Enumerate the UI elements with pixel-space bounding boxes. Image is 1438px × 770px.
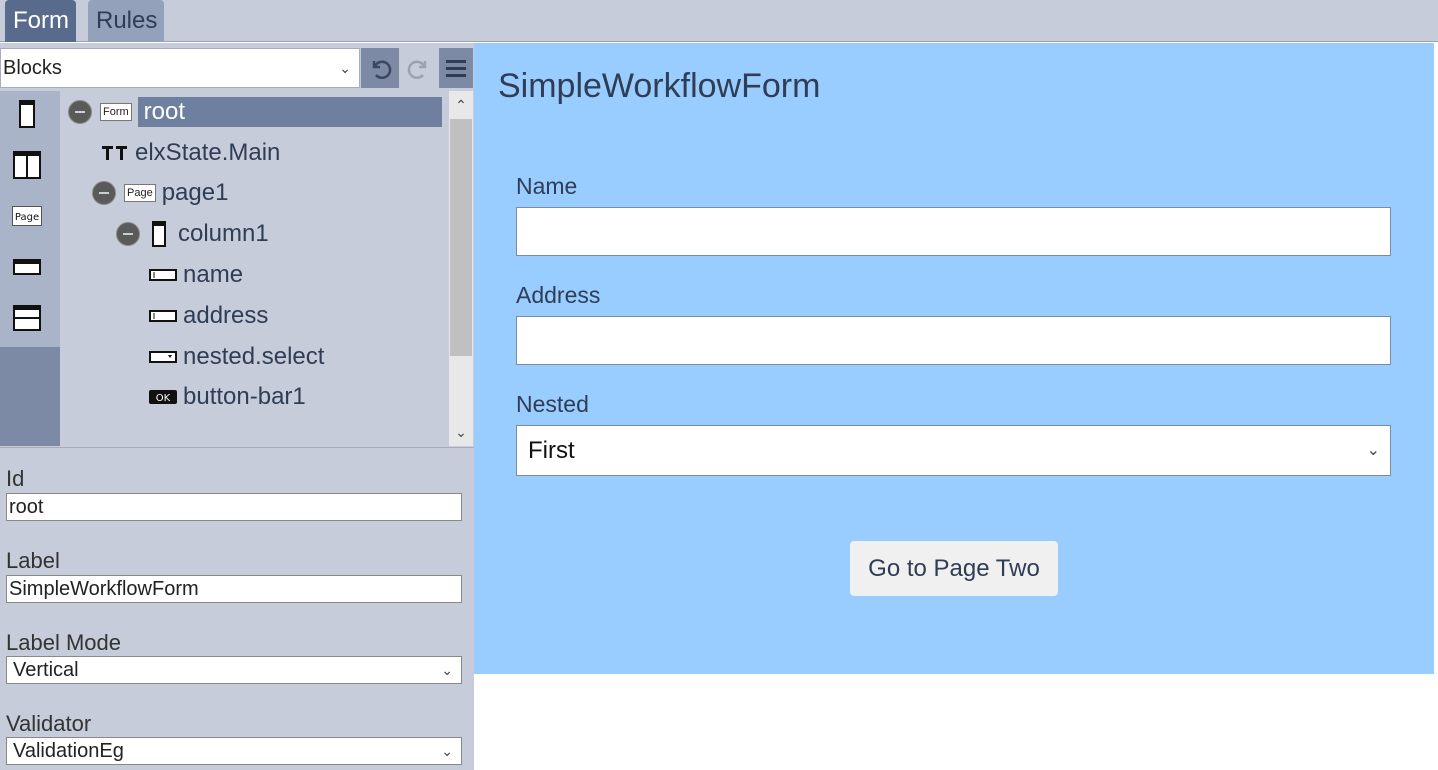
editor-toolbar: Blocks ⌄ [0,43,474,91]
tree-item-root[interactable]: Form root [68,96,442,128]
chevron-down-icon[interactable]: ⌄ [449,420,473,444]
nested-label: Nested [516,391,589,417]
tree-item-label: column1 [178,220,269,247]
address-input[interactable] [516,316,1391,365]
tree-scrollbar[interactable]: ⌃ ⌄ [449,91,473,446]
properties-panel: Id root Label SimpleWorkflowForm Label M… [0,447,474,770]
tree-item-button-bar1[interactable]: OK button-bar1 [149,381,306,413]
menu-button[interactable] [439,48,473,88]
ok-button-icon: OK [149,390,177,404]
toggle-icon[interactable] [68,100,92,124]
label-field[interactable]: SimpleWorkflowForm [6,575,462,603]
chevron-down-icon: ⌄ [441,662,453,678]
validator-label: Validator [6,711,92,736]
tab-bar: Form Rules [0,0,1438,42]
svg-text:OK: OK [156,393,171,404]
select-icon [149,351,177,363]
tree-item-address[interactable]: address [149,300,268,332]
text-input-icon [149,310,177,322]
editor-panel: Blocks ⌄ Page Form root elxState.Main Pa… [0,43,474,770]
tree-item-label: name [183,261,244,288]
form-preview: SimpleWorkflowForm Name Address Nested F… [474,43,1434,674]
column-icon [152,221,166,247]
tab-rules[interactable]: Rules [88,0,164,42]
tree-item-page1[interactable]: Page page1 [92,177,228,209]
tree-item-label: button-bar1 [183,383,306,410]
form-tag: Form [100,103,132,121]
label-mode-label: Label Mode [6,630,121,655]
tree-item-label: root [137,97,442,127]
tree-item-label: page1 [161,179,229,206]
form-title: SimpleWorkflowForm [498,67,821,105]
go-to-page-two-button[interactable]: Go to Page Two [850,541,1058,596]
id-label: Id [6,466,25,491]
tree-item-label: nested.select [183,343,325,370]
svg-text:Page: Page [15,212,39,223]
tree-item-name[interactable]: name [149,259,243,291]
validator-select[interactable]: ValidationEg ⌄ [6,737,462,765]
palette-items: Page [0,91,60,347]
chevron-down-icon: ⌄ [441,743,453,759]
validator-value: ValidationEg [13,740,124,762]
page-tag: Page [124,184,156,202]
tree-item-nested-select[interactable]: nested.select [149,341,324,373]
block-tree: Form root elxState.Main Page page1 colum… [61,91,448,446]
address-label: Address [516,282,601,308]
blocks-select-value: Blocks [3,57,62,79]
label-mode-value: Vertical [13,659,79,681]
input-block-icon[interactable] [12,252,42,282]
tab-form[interactable]: Form [5,0,76,42]
name-label: Name [516,173,578,199]
page-block-icon[interactable]: Page [12,201,42,231]
undo-button[interactable] [361,48,399,88]
tree-item-elxstate-main[interactable]: elxState.Main [101,137,280,169]
chevron-down-icon: ⌄ [339,60,351,76]
label-mode-select[interactable]: Vertical ⌄ [6,656,462,684]
text-input-icon [149,269,177,281]
state-icon [102,146,127,160]
name-input[interactable] [516,207,1391,256]
hamburger-menu-icon [446,60,466,77]
nested-select[interactable]: First ⌄ [516,425,1391,476]
label-label: Label [6,548,60,573]
two-column-block-icon[interactable] [12,150,42,180]
toggle-icon[interactable] [116,222,140,246]
block-palette: Page [0,91,60,446]
chevron-up-icon[interactable]: ⌃ [449,93,473,117]
column-block-icon[interactable] [12,99,42,129]
scroll-thumb[interactable] [450,119,472,356]
redo-button[interactable] [400,48,438,88]
nested-select-value: First [528,437,575,464]
toggle-icon[interactable] [92,181,116,205]
chevron-down-icon: ⌄ [1366,442,1380,459]
section-block-icon[interactable] [12,303,42,333]
tree-item-label: address [183,302,269,329]
tree-item-column1[interactable]: column1 [116,218,269,250]
undo-icon [372,60,392,80]
id-field[interactable]: root [6,493,462,521]
blocks-select[interactable]: Blocks ⌄ [0,48,360,88]
redo-icon [407,60,427,80]
tree-item-label: elxState.Main [135,139,281,166]
